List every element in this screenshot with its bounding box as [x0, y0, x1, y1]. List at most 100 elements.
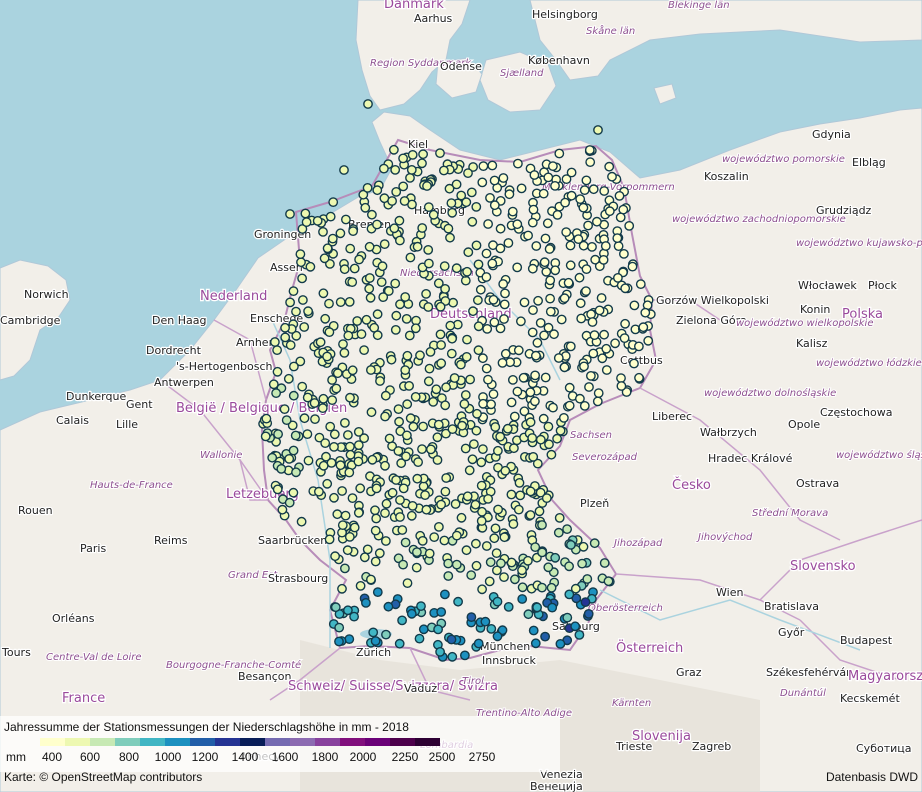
station-marker[interactable]: [332, 509, 343, 520]
station-marker[interactable]: [528, 625, 539, 636]
station-marker[interactable]: [435, 301, 446, 312]
station-marker[interactable]: [374, 548, 385, 559]
station-marker[interactable]: [389, 223, 400, 234]
station-marker[interactable]: [543, 172, 554, 183]
station-marker[interactable]: [413, 457, 423, 467]
station-marker[interactable]: [594, 305, 605, 316]
station-marker[interactable]: [347, 493, 358, 503]
station-marker[interactable]: [446, 634, 457, 645]
station-marker[interactable]: [533, 295, 543, 306]
station-marker[interactable]: [407, 500, 418, 511]
station-marker[interactable]: [470, 499, 481, 510]
station-marker[interactable]: [446, 348, 457, 359]
station-marker[interactable]: [296, 257, 306, 268]
station-marker[interactable]: [318, 226, 328, 237]
station-marker[interactable]: [500, 348, 511, 359]
station-marker[interactable]: [435, 148, 445, 159]
station-marker[interactable]: [451, 559, 462, 570]
station-marker[interactable]: [593, 388, 604, 398]
station-marker[interactable]: [436, 340, 446, 350]
station-marker[interactable]: [325, 211, 336, 222]
station-marker[interactable]: [565, 260, 576, 271]
station-marker[interactable]: [280, 322, 290, 333]
station-marker[interactable]: [492, 631, 503, 642]
station-marker[interactable]: [376, 277, 387, 287]
station-marker[interactable]: [432, 455, 443, 465]
station-marker[interactable]: [393, 404, 404, 414]
station-marker[interactable]: [481, 541, 492, 551]
station-marker[interactable]: [499, 532, 510, 543]
station-marker[interactable]: [466, 187, 477, 198]
station-marker[interactable]: [401, 313, 412, 324]
station-marker[interactable]: [378, 292, 389, 302]
station-marker[interactable]: [345, 392, 355, 403]
station-marker[interactable]: [548, 161, 558, 172]
station-marker[interactable]: [284, 453, 295, 464]
station-marker[interactable]: [483, 219, 493, 229]
station-marker[interactable]: [365, 292, 376, 303]
station-marker[interactable]: [260, 431, 271, 442]
station-marker[interactable]: [364, 273, 375, 283]
station-marker[interactable]: [347, 365, 358, 376]
station-marker[interactable]: [420, 490, 430, 500]
station-marker[interactable]: [518, 372, 529, 383]
station-marker[interactable]: [384, 433, 395, 444]
station-marker[interactable]: [503, 602, 514, 612]
station-marker[interactable]: [444, 183, 455, 194]
station-marker[interactable]: [540, 233, 551, 244]
station-marker[interactable]: [492, 596, 503, 607]
station-marker[interactable]: [516, 316, 526, 327]
station-marker[interactable]: [476, 457, 487, 468]
station-marker[interactable]: [363, 99, 373, 109]
station-marker[interactable]: [359, 433, 369, 444]
station-marker[interactable]: [498, 173, 509, 183]
station-marker[interactable]: [342, 430, 353, 440]
station-marker[interactable]: [370, 505, 380, 516]
station-marker[interactable]: [405, 172, 415, 183]
station-marker[interactable]: [355, 581, 366, 591]
station-marker[interactable]: [500, 465, 511, 476]
station-marker[interactable]: [549, 329, 559, 340]
station-marker[interactable]: [412, 473, 423, 484]
station-marker[interactable]: [541, 493, 552, 503]
station-marker[interactable]: [386, 354, 397, 365]
station-marker[interactable]: [527, 217, 538, 228]
station-marker[interactable]: [477, 506, 487, 517]
station-marker[interactable]: [635, 279, 646, 289]
station-marker[interactable]: [499, 299, 510, 310]
station-marker[interactable]: [335, 297, 346, 307]
station-marker[interactable]: [398, 153, 408, 164]
station-marker[interactable]: [340, 510, 351, 521]
station-marker[interactable]: [342, 545, 353, 556]
station-marker[interactable]: [453, 596, 463, 607]
station-marker[interactable]: [347, 277, 358, 287]
station-marker[interactable]: [517, 582, 528, 593]
station-marker[interactable]: [471, 560, 482, 571]
station-marker[interactable]: [614, 190, 625, 201]
station-marker[interactable]: [370, 525, 381, 536]
station-marker[interactable]: [537, 547, 547, 558]
station-marker[interactable]: [401, 451, 411, 462]
station-marker[interactable]: [288, 361, 299, 372]
station-marker[interactable]: [391, 475, 401, 485]
station-marker[interactable]: [503, 238, 514, 248]
station-marker[interactable]: [322, 478, 333, 489]
station-marker[interactable]: [477, 584, 487, 595]
station-marker[interactable]: [616, 373, 626, 383]
station-marker[interactable]: [280, 332, 291, 343]
station-marker[interactable]: [570, 621, 581, 632]
station-marker[interactable]: [581, 286, 591, 296]
station-marker[interactable]: [461, 351, 472, 362]
station-marker[interactable]: [414, 633, 425, 644]
station-marker[interactable]: [468, 439, 479, 449]
station-marker[interactable]: [329, 492, 339, 503]
station-marker[interactable]: [545, 275, 556, 286]
station-marker[interactable]: [279, 404, 290, 414]
station-marker[interactable]: [343, 330, 354, 341]
station-marker[interactable]: [550, 265, 561, 276]
station-marker[interactable]: [423, 302, 434, 312]
station-marker[interactable]: [339, 264, 350, 275]
station-marker[interactable]: [391, 186, 402, 197]
station-marker[interactable]: [440, 486, 451, 497]
station-marker[interactable]: [564, 382, 575, 393]
